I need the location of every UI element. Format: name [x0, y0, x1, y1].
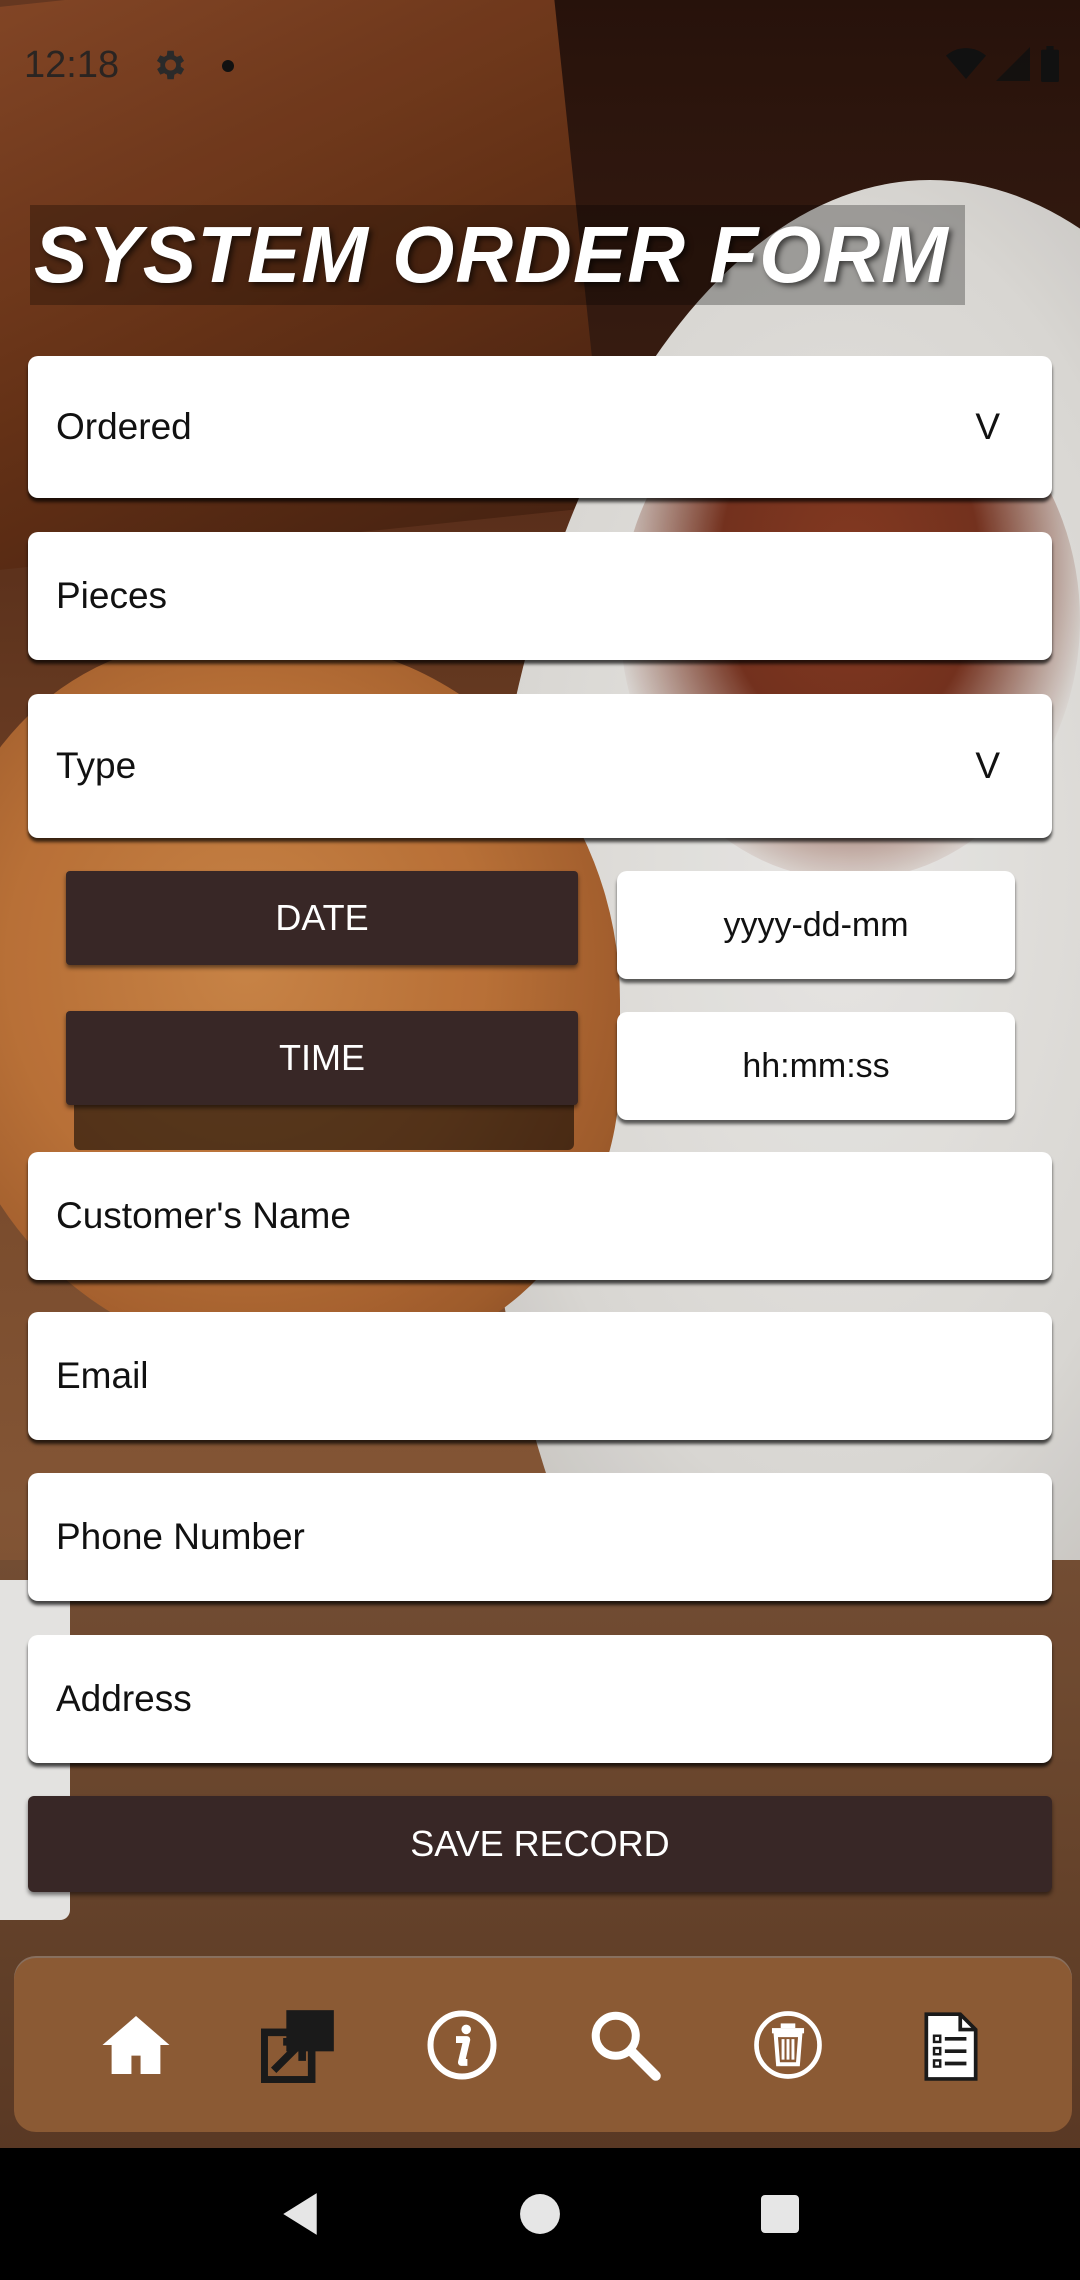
ordered-dropdown-label: Ordered: [56, 406, 192, 447]
type-dropdown[interactable]: Type V: [28, 694, 1052, 838]
dropdown-indicator-icon: V: [975, 406, 1000, 447]
email-input[interactable]: Email: [28, 1312, 1052, 1440]
customer-name-placeholder: Customer's Name: [56, 1195, 351, 1236]
page-title: SYSTEM ORDER FORM: [34, 210, 949, 299]
date-button[interactable]: DATE: [66, 871, 578, 965]
status-time: 12:18: [24, 44, 120, 86]
clipboard-list-icon: [923, 2012, 978, 2081]
ordered-dropdown[interactable]: Ordered V: [28, 356, 1052, 498]
address-input[interactable]: Address: [28, 1635, 1052, 1763]
time-button-shadow: [74, 1104, 574, 1150]
type-dropdown-label: Type: [56, 745, 137, 786]
pieces-input[interactable]: Pieces: [28, 532, 1052, 660]
nav-records-button[interactable]: [906, 2000, 996, 2090]
cellular-signal-icon: [996, 47, 1030, 81]
phone-number-placeholder: Phone Number: [56, 1516, 305, 1557]
dropdown-indicator-icon: V: [975, 745, 1000, 786]
email-placeholder: Email: [56, 1355, 149, 1396]
date-field[interactable]: yyyy-dd-mm: [617, 871, 1015, 979]
phone-number-input[interactable]: Phone Number: [28, 1473, 1052, 1601]
system-back-button[interactable]: [270, 2184, 330, 2244]
open-external-icon: [260, 2010, 334, 2083]
address-placeholder: Address: [56, 1678, 192, 1719]
status-indicators: [946, 46, 1060, 82]
settings-gear-icon: [156, 50, 185, 80]
home-circle-icon: [520, 2194, 560, 2234]
pieces-placeholder: Pieces: [56, 575, 168, 616]
nav-search-button[interactable]: [580, 2000, 670, 2090]
save-record-button[interactable]: SAVE RECORD: [28, 1796, 1052, 1892]
nav-open-button[interactable]: [254, 2000, 344, 2090]
time-button[interactable]: TIME: [66, 1011, 578, 1105]
back-triangle-icon: [283, 2193, 317, 2235]
notification-dot-icon: [222, 60, 234, 72]
title-banner: SYSTEM ORDER FORM: [30, 205, 965, 305]
info-icon: [427, 2010, 496, 2080]
bottom-navigation: [14, 1958, 1072, 2132]
nav-delete-button[interactable]: [743, 2000, 833, 2090]
search-icon: [591, 2011, 661, 2081]
system-recents-button[interactable]: [750, 2184, 810, 2244]
wifi-icon: [946, 48, 986, 79]
battery-icon: [1041, 46, 1059, 82]
system-navigation-bar: [0, 2148, 1080, 2280]
nav-info-button[interactable]: [417, 2000, 507, 2090]
customer-name-input[interactable]: Customer's Name: [28, 1152, 1052, 1280]
system-home-button[interactable]: [510, 2184, 570, 2244]
nav-home-button[interactable]: [91, 2000, 181, 2090]
home-icon: [101, 2016, 170, 2074]
trash-icon: [753, 2011, 822, 2079]
recents-square-icon: [761, 2195, 799, 2233]
time-field[interactable]: hh:mm:ss: [617, 1012, 1015, 1120]
status-bar: 12:18: [0, 0, 1080, 132]
